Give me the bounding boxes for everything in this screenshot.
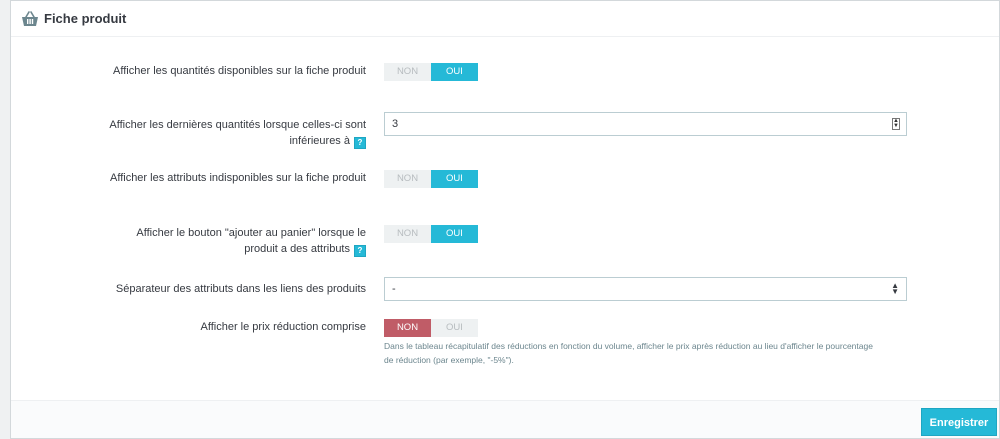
attribute-separator-select[interactable]: - ▲ ▼ — [384, 277, 907, 301]
field-label-add-to-cart: Afficher le bouton "ajouter au panier" l… — [106, 225, 366, 257]
switch-option-oui[interactable]: OUI — [431, 63, 478, 81]
switch-show-quantities[interactable]: NON OUI — [384, 63, 478, 81]
price-with-reduction-help-text: Dans le tableau récapitulatif des réduct… — [384, 341, 873, 365]
panel-footer: Enregistrer — [11, 400, 999, 438]
switch-unavailable-attributes[interactable]: NON OUI — [384, 170, 478, 188]
switch-option-non[interactable]: NON — [384, 170, 431, 188]
field-label-attribute-separator: Séparateur des attributs dans les liens … — [115, 283, 366, 295]
field-label-last-quantities-text: Afficher les dernières quantités lorsque… — [109, 119, 366, 147]
select-caret-icon: ▲ ▼ — [891, 281, 899, 296]
switch-option-oui[interactable]: OUI — [431, 319, 478, 337]
switch-option-non[interactable]: NON — [384, 225, 431, 243]
switch-option-non[interactable]: NON — [384, 319, 431, 337]
attribute-separator-value: - — [392, 283, 396, 295]
last-quantities-value: 3 — [392, 118, 399, 130]
number-spinner-icon[interactable]: ▲ ▼ — [892, 118, 900, 130]
last-quantities-input[interactable]: 3 ▲ ▼ — [384, 112, 907, 136]
switch-option-oui[interactable]: OUI — [431, 170, 478, 188]
product-page-settings-panel: Fiche produit Afficher les quantités dis… — [10, 0, 1000, 439]
switch-option-non[interactable]: NON — [384, 63, 431, 81]
panel-title: Fiche produit — [44, 11, 127, 26]
field-label-last-quantities: Afficher les dernières quantités lorsque… — [106, 117, 366, 149]
field-label-price-with-reduction: Afficher le prix réduction comprise — [200, 321, 366, 333]
switch-add-to-cart[interactable]: NON OUI — [384, 225, 478, 243]
panel-heading: Fiche produit — [11, 1, 999, 37]
field-label-add-to-cart-text: Afficher le bouton "ajouter au panier" l… — [136, 227, 366, 255]
field-label-show-quantities: Afficher les quantités disponibles sur l… — [113, 65, 366, 77]
field-label-unavailable-attributes: Afficher les attributs indisponibles sur… — [110, 172, 366, 184]
save-button[interactable]: Enregistrer — [921, 408, 997, 436]
switch-price-with-reduction[interactable]: NON OUI — [384, 319, 478, 337]
help-icon[interactable]: ? — [354, 137, 366, 149]
switch-option-oui[interactable]: OUI — [431, 225, 478, 243]
page: Fiche produit Afficher les quantités dis… — [0, 0, 1000, 439]
basket-icon — [21, 11, 39, 27]
help-icon[interactable]: ? — [354, 245, 366, 257]
